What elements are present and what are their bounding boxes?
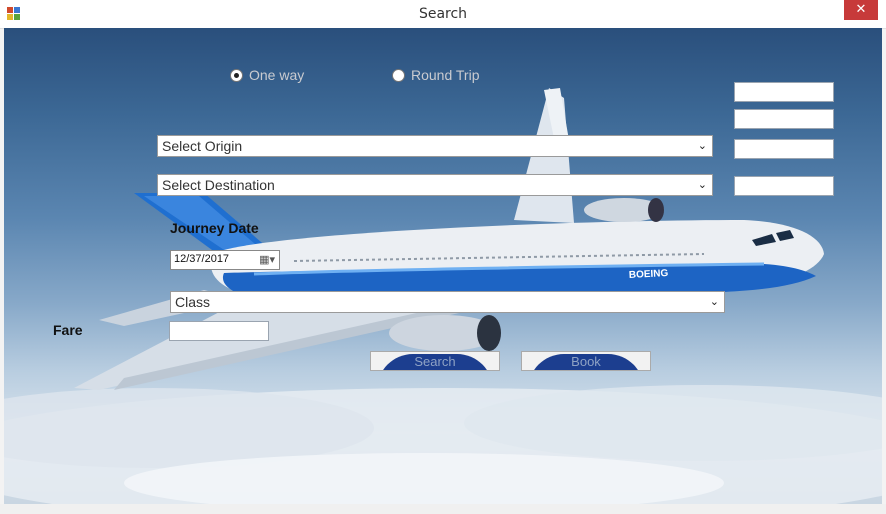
aux-textbox-2[interactable]	[734, 109, 834, 129]
destination-select[interactable]: Select Destination ⌄	[157, 174, 713, 196]
chevron-down-icon[interactable]: ⌄	[698, 178, 707, 191]
chevron-down-icon[interactable]: ⌄	[710, 295, 719, 308]
window-bottom-edge	[0, 504, 886, 514]
close-button[interactable]: ✕	[844, 0, 878, 20]
fare-label: Fare	[53, 322, 83, 338]
journey-date-label: Journey Date	[170, 220, 259, 236]
destination-select-value: Select Destination	[162, 177, 275, 193]
search-button-label: Search	[414, 354, 456, 369]
journey-date-value: 12/37/2017	[174, 253, 230, 265]
radio-one-way[interactable]: One way	[230, 67, 304, 83]
radio-one-way-label: One way	[249, 67, 305, 83]
search-button[interactable]: Search	[370, 351, 500, 371]
search-window: Search ✕ BOEING One way Round Trip Selec…	[0, 0, 886, 514]
origin-select-value: Select Origin	[162, 138, 243, 154]
aux-textbox-1[interactable]	[734, 82, 834, 102]
chevron-down-icon[interactable]: ⌄	[698, 139, 707, 152]
airplane-logo-text: BOEING	[629, 268, 669, 281]
radio-round-trip[interactable]: Round Trip	[392, 67, 479, 83]
search-form: BOEING One way Round Trip Select Origin …	[4, 28, 882, 504]
radio-round-trip-label: Round Trip	[411, 67, 480, 83]
class-select-value: Class	[175, 294, 211, 310]
window-title: Search	[418, 6, 468, 22]
origin-select[interactable]: Select Origin ⌄	[157, 135, 713, 157]
aux-textbox-3[interactable]	[734, 139, 834, 159]
radio-round-trip-indicator[interactable]	[392, 68, 405, 82]
radio-one-way-indicator[interactable]	[230, 68, 243, 82]
book-button[interactable]: Book	[521, 351, 651, 371]
title-bar: Search ✕	[0, 0, 886, 29]
calendar-dropdown-icon[interactable]: ▦▾	[259, 253, 275, 266]
book-button-label: Book	[571, 354, 601, 369]
class-select[interactable]: Class ⌄	[170, 291, 725, 313]
journey-date-picker[interactable]: 12/37/2017 ▦▾	[170, 250, 280, 270]
fare-input[interactable]	[169, 321, 269, 341]
aux-textbox-4[interactable]	[734, 176, 834, 196]
